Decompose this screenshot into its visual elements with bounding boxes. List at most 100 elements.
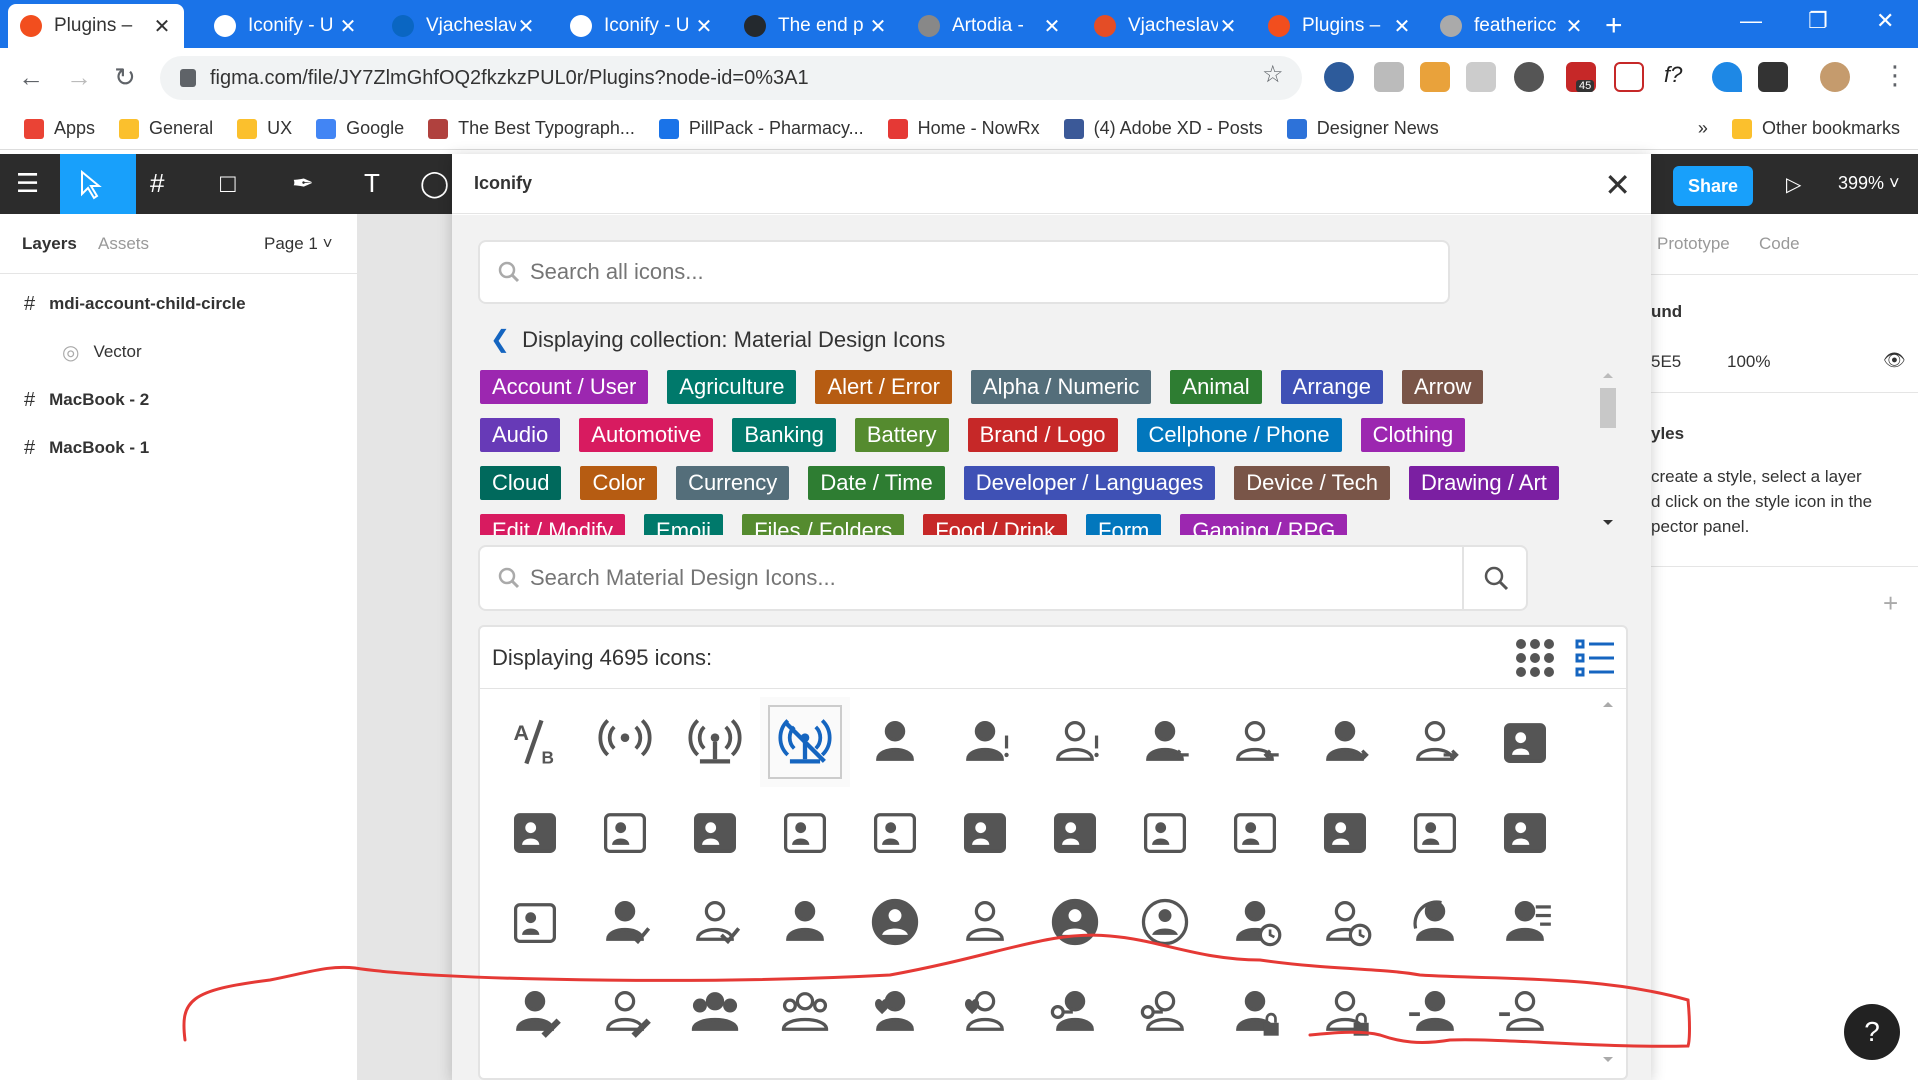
more-bookmarks-chevron-icon[interactable]: » bbox=[1698, 118, 1708, 139]
category-tag[interactable]: Automotive bbox=[579, 418, 714, 452]
tab-layers[interactable]: Layers bbox=[22, 234, 77, 254]
account-badge-alert-outline-icon[interactable] bbox=[580, 787, 670, 877]
browser-tab[interactable]: Vjacheslav ✕ bbox=[1082, 4, 1250, 48]
category-tag[interactable]: Alpha / Numeric bbox=[970, 370, 1152, 404]
background-hex[interactable]: 5E5 bbox=[1651, 352, 1681, 372]
frame-tool-icon[interactable]: # bbox=[150, 168, 164, 199]
category-tag[interactable]: Animal bbox=[1170, 370, 1262, 404]
list-view-icon[interactable] bbox=[1574, 637, 1616, 679]
close-tab-icon[interactable]: ✕ bbox=[694, 14, 714, 39]
account-badge-horizontal-icon[interactable] bbox=[670, 787, 760, 877]
pen-tool-icon[interactable]: ✒ bbox=[292, 168, 314, 199]
url-bar[interactable]: figma.com/file/JY7ZlmGhfOQ2fkzkzPUL0r/Pl… bbox=[160, 56, 1302, 100]
account-child-outline-icon[interactable] bbox=[940, 877, 1030, 967]
restore-window-button[interactable]: ❐ bbox=[1808, 8, 1828, 34]
extension-mail-icon[interactable] bbox=[1374, 62, 1404, 92]
search-all-icons-input[interactable] bbox=[530, 259, 1385, 285]
browser-tab[interactable]: Iconify - U ✕ bbox=[202, 4, 370, 48]
category-tag[interactable]: Banking bbox=[732, 418, 836, 452]
account-arrow-right-icon[interactable] bbox=[1300, 697, 1390, 787]
browser-tab[interactable]: feathericc ✕ bbox=[1428, 4, 1596, 48]
reload-icon[interactable]: ↻ bbox=[114, 62, 136, 93]
text-tool-icon[interactable]: T bbox=[364, 168, 380, 199]
browser-tab[interactable]: The end p ✕ bbox=[732, 4, 900, 48]
bookmark-item[interactable]: The Best Typograph... bbox=[428, 118, 635, 139]
account-edit-icon[interactable] bbox=[490, 967, 580, 1057]
category-tag[interactable]: Food / Drink bbox=[923, 514, 1068, 535]
ab-testing-icon[interactable]: AB bbox=[490, 697, 580, 787]
account-minus-icon[interactable] bbox=[1390, 967, 1480, 1057]
account-clock-outline-icon[interactable] bbox=[1300, 877, 1390, 967]
account-card-details-outline-icon[interactable] bbox=[1390, 787, 1480, 877]
access-point-icon[interactable] bbox=[580, 697, 670, 787]
account-circle-icon[interactable] bbox=[1030, 877, 1120, 967]
account-circle-outline-icon[interactable] bbox=[1120, 877, 1210, 967]
account-badge-alert-icon[interactable] bbox=[490, 787, 580, 877]
account-arrow-right-outline-icon[interactable] bbox=[1390, 697, 1480, 787]
minimize-window-button[interactable]: — bbox=[1740, 8, 1762, 34]
share-button[interactable]: Share bbox=[1673, 166, 1753, 206]
account-box-outline-icon[interactable] bbox=[1210, 787, 1300, 877]
account-cash-icon[interactable] bbox=[1480, 787, 1570, 877]
close-tab-icon[interactable]: ✕ bbox=[152, 14, 172, 39]
account-key-icon[interactable] bbox=[1030, 967, 1120, 1057]
profile-avatar[interactable] bbox=[1820, 62, 1850, 92]
bookmark-item[interactable]: Designer News bbox=[1286, 118, 1439, 139]
bookmark-item[interactable]: UX bbox=[237, 118, 292, 139]
search-submit-button[interactable] bbox=[1462, 545, 1528, 611]
category-tag[interactable]: Agriculture bbox=[667, 370, 797, 404]
bookmark-item[interactable]: (4) Adobe XD - Posts bbox=[1063, 118, 1263, 139]
account-arrow-left-icon[interactable] bbox=[1120, 697, 1210, 787]
zoom-level-dropdown[interactable]: 399% ˅ bbox=[1838, 173, 1900, 194]
account-badge-icon[interactable] bbox=[1480, 697, 1570, 787]
move-tool-button[interactable] bbox=[60, 154, 136, 214]
extension-font-icon[interactable]: f? bbox=[1664, 62, 1694, 92]
search-collection-input[interactable] bbox=[530, 565, 1456, 591]
bookmark-item[interactable]: General bbox=[119, 118, 213, 139]
account-alert-icon[interactable] bbox=[940, 697, 1030, 787]
category-tag[interactable]: Arrow bbox=[1401, 370, 1484, 404]
category-tag[interactable]: Color bbox=[580, 466, 658, 500]
category-scrollbar[interactable] bbox=[1598, 370, 1618, 530]
comment-tool-icon[interactable]: ◯ bbox=[420, 168, 449, 199]
account-child-icon[interactable] bbox=[760, 877, 850, 967]
back-arrow-icon[interactable]: ← bbox=[18, 62, 44, 93]
category-tag[interactable]: Battery bbox=[854, 418, 949, 452]
layer-row[interactable]: ◎ Vector bbox=[0, 328, 357, 376]
close-tab-icon[interactable]: ✕ bbox=[1564, 14, 1584, 39]
category-tag[interactable]: Cellphone / Phone bbox=[1136, 418, 1342, 452]
category-tag[interactable]: Currency bbox=[676, 466, 790, 500]
extension-v-icon[interactable] bbox=[1712, 62, 1742, 92]
category-tag[interactable]: Device / Tech bbox=[1234, 466, 1390, 500]
account-convert-icon[interactable] bbox=[1390, 877, 1480, 967]
category-tag[interactable]: Files / Folders bbox=[742, 514, 905, 535]
tab-prototype[interactable]: Prototype bbox=[1657, 234, 1730, 254]
new-tab-button[interactable]: + bbox=[1605, 9, 1623, 43]
account-lock-outline-icon[interactable] bbox=[1300, 967, 1390, 1057]
bookmark-item[interactable]: Google bbox=[316, 118, 404, 139]
layer-row[interactable]: # MacBook - 2 bbox=[0, 376, 357, 424]
category-tag[interactable]: Clothing bbox=[1360, 418, 1466, 452]
tab-code[interactable]: Code bbox=[1759, 234, 1800, 254]
browser-menu-icon[interactable]: ⋮ bbox=[1882, 60, 1908, 91]
tab-assets[interactable]: Assets bbox=[98, 234, 149, 254]
close-tab-icon[interactable]: ✕ bbox=[1218, 14, 1238, 39]
account-edit-outline-icon[interactable] bbox=[580, 967, 670, 1057]
category-tag[interactable]: Cloud bbox=[480, 466, 562, 500]
account-heart-outline-icon[interactable] bbox=[940, 967, 1030, 1057]
account-box-multiple-outline-icon[interactable] bbox=[1120, 787, 1210, 877]
browser-tab[interactable]: Iconify - U ✕ bbox=[558, 4, 726, 48]
close-tab-icon[interactable]: ✕ bbox=[1392, 14, 1412, 39]
category-tag[interactable]: Edit / Modify bbox=[480, 514, 626, 535]
category-tag[interactable]: Alert / Error bbox=[815, 370, 952, 404]
category-tag[interactable]: Brand / Logo bbox=[967, 418, 1118, 452]
account-group-outline-icon[interactable] bbox=[760, 967, 850, 1057]
help-button[interactable]: ? bbox=[1844, 1004, 1900, 1060]
account-details-icon[interactable] bbox=[1480, 877, 1570, 967]
account-lock-icon[interactable] bbox=[1210, 967, 1300, 1057]
account-key-outline-icon[interactable] bbox=[1120, 967, 1210, 1057]
page-selector[interactable]: Page 1 ˅ bbox=[264, 234, 333, 254]
account-minus-outline-icon[interactable] bbox=[1480, 967, 1570, 1057]
search-all-icons-field[interactable] bbox=[478, 240, 1450, 304]
layer-row[interactable]: # mdi-account-child-circle bbox=[0, 280, 357, 328]
